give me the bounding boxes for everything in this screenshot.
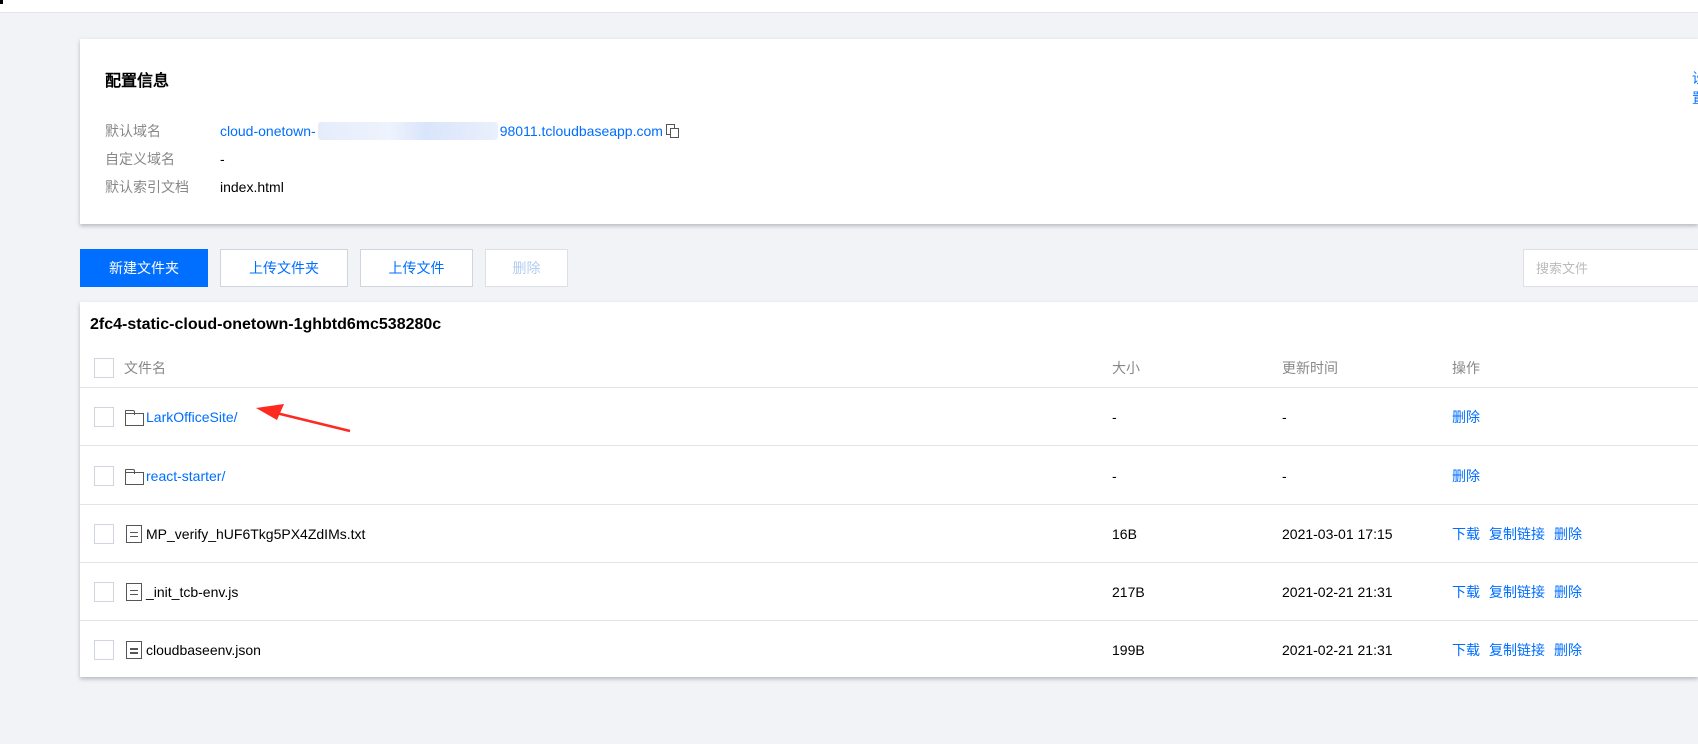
file-time: 2021-02-21 21:31 — [1282, 583, 1393, 600]
index-doc-value: index.html — [220, 179, 284, 195]
file-icon — [124, 524, 144, 543]
file-size: 217B — [1112, 583, 1145, 600]
row-checkbox[interactable] — [94, 406, 114, 427]
delete-link[interactable]: 删除 — [1554, 524, 1582, 544]
table-row: _init_tcb-env.js 217B 2021-02-21 21:31 下… — [80, 563, 1698, 621]
row-actions: 下载 复制链接 删除 — [1452, 640, 1582, 660]
table-header: 文件名 大小 更新时间 操作 — [80, 348, 1698, 388]
table-row: LarkOfficeSite/ - - 删除 — [80, 388, 1698, 446]
row-checkbox[interactable] — [94, 640, 114, 660]
delete-link[interactable]: 删除 — [1554, 582, 1582, 602]
row-actions: 下载 复制链接 删除 — [1452, 582, 1582, 602]
file-name-cell: MP_verify_hUF6Tkg5PX4ZdIMs.txt — [124, 524, 366, 543]
folder-link[interactable]: react-starter/ — [146, 468, 225, 484]
download-link[interactable]: 下载 — [1452, 524, 1480, 544]
new-folder-button[interactable]: 新建文件夹 — [80, 249, 208, 287]
column-name: 文件名 — [124, 359, 166, 376]
row-actions: 删除 — [1452, 407, 1480, 427]
file-name-cell: cloudbaseenv.json — [124, 641, 261, 659]
file-time: 2021-02-21 21:31 — [1282, 642, 1393, 658]
row-actions: 删除 — [1452, 466, 1480, 486]
column-time: 更新时间 — [1282, 359, 1338, 376]
default-domain-prefix: cloud-onetown- — [220, 123, 316, 139]
config-row-default-domain: 默认域名 cloud-onetown- 98011.tcloudbaseapp.… — [105, 121, 680, 141]
config-row-custom-domain: 自定义域名 - — [105, 149, 225, 169]
file-size: 16B — [1112, 525, 1137, 542]
custom-domain-value: - — [220, 151, 225, 167]
file-size: - — [1112, 467, 1117, 484]
file-name: cloudbaseenv.json — [146, 642, 261, 658]
custom-domain-label: 自定义域名 — [105, 151, 175, 167]
corner-mark — [0, 0, 3, 4]
config-row-index-doc: 默认索引文档 index.html — [105, 177, 284, 197]
row-checkbox[interactable] — [94, 523, 114, 544]
folder-icon — [124, 409, 144, 426]
table-row: react-starter/ - - 删除 — [80, 447, 1698, 505]
bucket-title: 2fc4-static-cloud-onetown-1ghbtd6mc53828… — [90, 316, 442, 333]
file-size: 199B — [1112, 642, 1145, 658]
config-title: 配置信息 — [105, 73, 170, 90]
copy-icon[interactable] — [665, 124, 680, 138]
folder-icon — [124, 468, 144, 485]
download-link[interactable]: 下载 — [1452, 582, 1480, 602]
delete-link[interactable]: 删除 — [1452, 466, 1480, 486]
column-ops: 操作 — [1452, 359, 1480, 376]
config-card: 配置信息 设置 默认域名 cloud-onetown- 98011.tcloud… — [80, 39, 1698, 224]
edit-link[interactable]: 设置 — [1692, 68, 1698, 108]
column-size: 大小 — [1112, 359, 1140, 376]
folder-link[interactable]: LarkOfficeSite/ — [146, 409, 238, 425]
file-size: - — [1112, 408, 1117, 425]
upload-folder-button[interactable]: 上传文件夹 — [220, 249, 348, 287]
file-name-cell: react-starter/ — [124, 468, 225, 485]
delete-link[interactable]: 删除 — [1554, 640, 1582, 660]
search-input[interactable] — [1523, 249, 1698, 287]
index-doc-label: 默认索引文档 — [105, 179, 189, 195]
row-actions: 下载 复制链接 删除 — [1452, 524, 1582, 544]
default-domain-suffix: 98011.tcloudbaseapp.com — [499, 123, 663, 139]
select-all-checkbox[interactable] — [94, 357, 114, 378]
copy-link-link[interactable]: 复制链接 — [1489, 640, 1545, 660]
table-row: cloudbaseenv.json 199B 2021-02-21 21:31 … — [80, 621, 1698, 679]
table-row: MP_verify_hUF6Tkg5PX4ZdIMs.txt 16B 2021-… — [80, 505, 1698, 563]
copy-link-link[interactable]: 复制链接 — [1489, 524, 1545, 544]
default-domain-value[interactable]: cloud-onetown- 98011.tcloudbaseapp.com — [220, 122, 680, 140]
row-checkbox[interactable] — [94, 581, 114, 602]
file-time: 2021-03-01 17:15 — [1282, 525, 1393, 542]
default-domain-label: 默认域名 — [105, 123, 161, 139]
file-name-cell: _init_tcb-env.js — [124, 582, 239, 601]
delete-button[interactable]: 删除 — [485, 249, 568, 287]
copy-link-link[interactable]: 复制链接 — [1489, 582, 1545, 602]
file-name: MP_verify_hUF6Tkg5PX4ZdIMs.txt — [146, 525, 366, 542]
row-checkbox[interactable] — [94, 465, 114, 486]
redacted-region — [317, 122, 498, 140]
file-time: - — [1282, 408, 1287, 425]
file-icon — [124, 641, 144, 659]
file-icon — [124, 582, 144, 601]
file-name: _init_tcb-env.js — [146, 583, 239, 600]
upload-file-button[interactable]: 上传文件 — [360, 249, 473, 287]
download-link[interactable]: 下载 — [1452, 640, 1480, 660]
file-name-cell: LarkOfficeSite/ — [124, 409, 238, 426]
delete-link[interactable]: 删除 — [1452, 407, 1480, 427]
top-bar — [0, 0, 1698, 13]
file-time: - — [1282, 467, 1287, 484]
file-table-card: 2fc4-static-cloud-onetown-1ghbtd6mc53828… — [80, 302, 1698, 677]
